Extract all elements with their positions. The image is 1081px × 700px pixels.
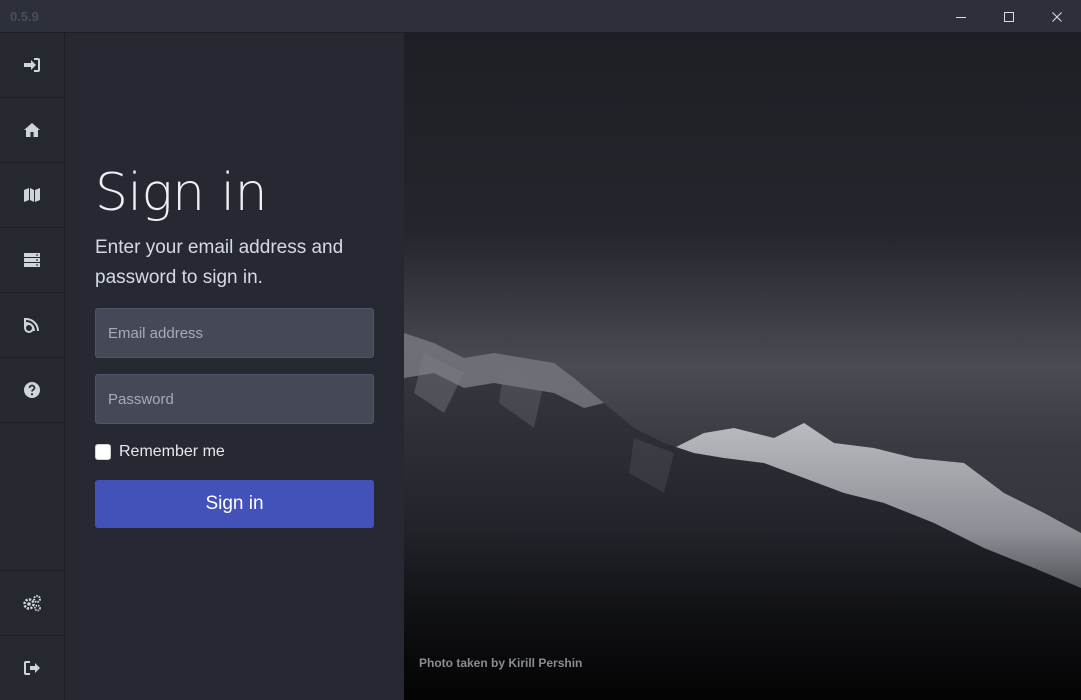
background-photo: Photo taken by Kirill Pershin [404, 33, 1081, 700]
app-version: 0.5.9 [10, 9, 39, 24]
sign-in-icon [24, 58, 40, 72]
home-icon [24, 123, 40, 137]
close-icon [1052, 11, 1062, 22]
server-icon [24, 253, 40, 267]
sign-in-subtitle: Enter your email address and password to… [95, 237, 344, 288]
maximize-icon [1004, 11, 1014, 22]
mountain-image [404, 33, 1081, 700]
maximize-button[interactable] [985, 0, 1033, 33]
remember-me-label[interactable]: Remember me [119, 443, 225, 461]
sign-out-icon [24, 661, 40, 675]
photo-credit: Photo taken by Kirill Pershin [419, 656, 583, 670]
password-field[interactable] [95, 374, 374, 424]
sign-in-panel: Sign in Enter your email address and pas… [65, 33, 404, 700]
feed-icon [24, 318, 39, 333]
settings-icon [23, 595, 41, 612]
minimize-icon [956, 16, 966, 18]
sidebar-item-sign-out[interactable] [0, 635, 64, 700]
title-bar: 0.5.9 [0, 0, 1081, 33]
map-icon [24, 188, 40, 202]
sidebar-item-home[interactable] [0, 98, 64, 163]
page-title: Sign in [95, 163, 268, 223]
sidebar-item-servers[interactable] [0, 228, 64, 293]
remember-me-checkbox[interactable] [95, 444, 111, 460]
close-button[interactable] [1033, 0, 1081, 33]
help-icon [24, 382, 40, 398]
sidebar-item-help[interactable] [0, 358, 64, 423]
sign-in-button[interactable]: Sign in [95, 480, 374, 528]
sidebar-item-settings[interactable] [0, 570, 64, 635]
minimize-button[interactable] [937, 0, 985, 33]
sidebar-item-sign-in[interactable] [0, 33, 64, 98]
remember-me: Remember me [95, 443, 225, 461]
sidebar-item-feed[interactable] [0, 293, 64, 358]
email-field[interactable] [95, 308, 374, 358]
sidebar-item-map[interactable] [0, 163, 64, 228]
sidebar [0, 33, 65, 700]
